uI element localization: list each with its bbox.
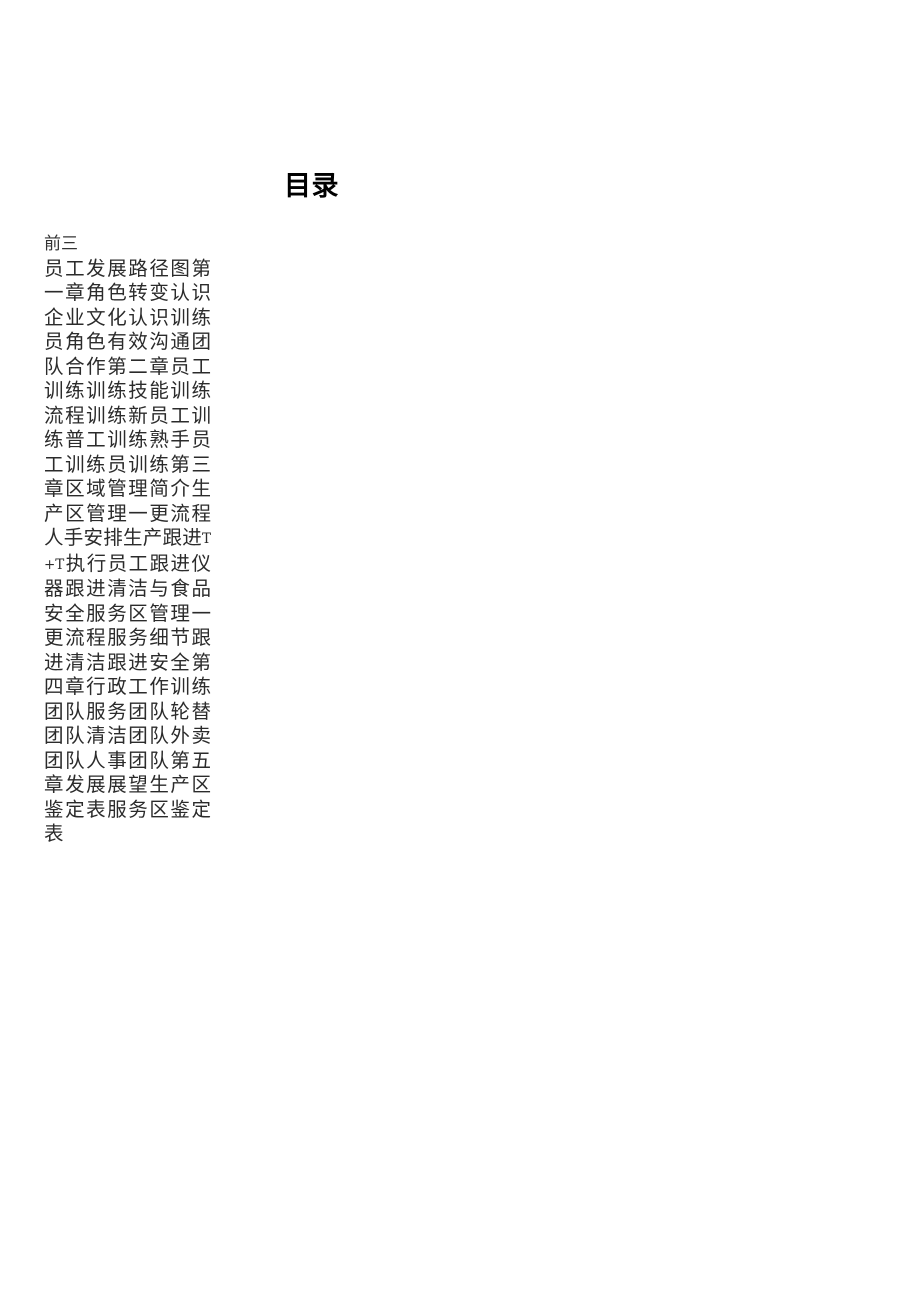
toc-text-segment-2: 执行员工跟进仪器跟进清洁与食品安全服务区管理一更流程服务细节跟进清洁跟进安全第四… <box>44 551 211 846</box>
toc-entries-block: 员工发展路径图第一章角色转变认识企业文化认识训练员角色有效沟通团队合作第二章员工… <box>44 257 211 847</box>
table-of-contents: 前三 员工发展路径图第一章角色转变认识企业文化认识训练员角色有效沟通团队合作第二… <box>44 232 211 847</box>
document-page: 目录 前三 员工发展路径图第一章角色转变认识企业文化认识训练员角色有效沟通团队合… <box>0 0 920 1301</box>
page-title: 目录 <box>284 171 339 202</box>
toc-preface-line: 前三 <box>44 234 78 254</box>
toc-text-segment-1: 员工发展路径图第一章角色转变认识企业文化认识训练员角色有效沟通团队合作第二章员工… <box>44 256 211 550</box>
